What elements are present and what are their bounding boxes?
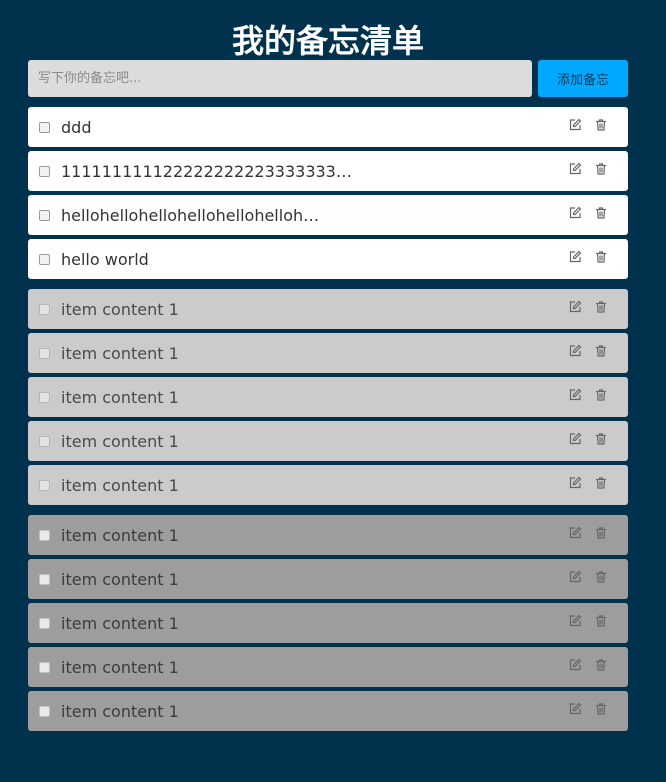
memo-text[interactable]: item content 1	[61, 432, 179, 451]
memo-text[interactable]: item content 1	[61, 614, 179, 633]
memo-text[interactable]: item content 1	[61, 300, 179, 319]
memo-actions	[556, 476, 608, 490]
memo-checkbox[interactable]	[39, 661, 50, 673]
memo-item: item content 1	[28, 421, 628, 461]
memo-actions	[556, 388, 608, 402]
memo-actions	[556, 344, 608, 358]
memo-input[interactable]	[28, 60, 532, 97]
memo-checkbox[interactable]	[39, 347, 50, 359]
edit-icon[interactable]	[568, 702, 582, 716]
memo-actions	[556, 526, 608, 540]
trash-icon[interactable]	[594, 118, 608, 132]
memo-checkbox[interactable]	[39, 121, 50, 133]
edit-icon[interactable]	[568, 476, 582, 490]
memo-checkbox[interactable]	[39, 479, 50, 491]
edit-icon[interactable]	[568, 300, 582, 314]
memo-text[interactable]: hello world	[61, 250, 149, 269]
memo-item: 111111111122222222223333333333…	[28, 151, 628, 191]
memo-item: hellohellohellohellohellohelloh…	[28, 195, 628, 235]
trash-icon[interactable]	[594, 658, 608, 672]
memo-actions	[556, 300, 608, 314]
memo-checkbox[interactable]	[39, 209, 50, 221]
done-memo-list: item content 1 item content 1 item conte…	[28, 289, 628, 505]
edit-icon[interactable]	[568, 432, 582, 446]
memo-text[interactable]: item content 1	[61, 526, 179, 545]
memo-actions	[556, 162, 608, 176]
edit-icon[interactable]	[568, 614, 582, 628]
memo-text[interactable]: item content 1	[61, 476, 179, 495]
page-title: 我的备忘清单	[231, 22, 424, 60]
trash-icon[interactable]	[594, 206, 608, 220]
edit-icon[interactable]	[568, 162, 582, 176]
edit-icon[interactable]	[568, 526, 582, 540]
archived-memo-list: item content 1 item content 1 item conte…	[28, 515, 628, 731]
memo-text[interactable]: item content 1	[61, 702, 179, 721]
memo-item: item content 1	[28, 603, 628, 643]
memo-checkbox[interactable]	[39, 617, 50, 629]
trash-icon[interactable]	[594, 526, 608, 540]
memo-item: item content 1	[28, 377, 628, 417]
memo-item: item content 1	[28, 647, 628, 687]
trash-icon[interactable]	[594, 702, 608, 716]
memo-actions	[556, 118, 608, 132]
memo-checkbox[interactable]	[39, 391, 50, 403]
edit-icon[interactable]	[568, 388, 582, 402]
memo-app: 我的备忘清单 添加备忘 ddd 111111111122222222223333…	[28, 0, 628, 731]
trash-icon[interactable]	[594, 344, 608, 358]
edit-icon[interactable]	[568, 658, 582, 672]
memo-checkbox[interactable]	[39, 253, 50, 265]
memo-item: item content 1	[28, 559, 628, 599]
memo-actions	[556, 702, 608, 716]
edit-icon[interactable]	[568, 344, 582, 358]
trash-icon[interactable]	[594, 476, 608, 490]
memo-actions	[556, 250, 608, 264]
trash-icon[interactable]	[594, 570, 608, 584]
memo-checkbox[interactable]	[39, 705, 50, 717]
memo-text[interactable]: hellohellohellohellohellohelloh…	[61, 206, 319, 225]
memo-actions	[556, 570, 608, 584]
trash-icon[interactable]	[594, 162, 608, 176]
add-memo-button[interactable]: 添加备忘	[538, 60, 628, 97]
memo-actions	[556, 658, 608, 672]
memo-checkbox[interactable]	[39, 165, 50, 177]
memo-text[interactable]: item content 1	[61, 570, 179, 589]
memo-actions	[556, 614, 608, 628]
memo-item: item content 1	[28, 691, 628, 731]
memo-actions	[556, 432, 608, 446]
memo-checkbox[interactable]	[39, 529, 50, 541]
trash-icon[interactable]	[594, 388, 608, 402]
memo-text[interactable]: 111111111122222222223333333333…	[61, 162, 361, 181]
trash-icon[interactable]	[594, 432, 608, 446]
memo-text[interactable]: item content 1	[61, 658, 179, 677]
edit-icon[interactable]	[568, 250, 582, 264]
memo-checkbox[interactable]	[39, 303, 50, 315]
trash-icon[interactable]	[594, 614, 608, 628]
active-memo-list: ddd 111111111122222222223333333333… hell…	[28, 107, 628, 279]
memo-item: ddd	[28, 107, 628, 147]
memo-actions	[556, 206, 608, 220]
memo-checkbox[interactable]	[39, 573, 50, 585]
edit-icon[interactable]	[568, 118, 582, 132]
memo-item: item content 1	[28, 333, 628, 373]
edit-icon[interactable]	[568, 206, 582, 220]
memo-text[interactable]: ddd	[61, 118, 91, 137]
edit-icon[interactable]	[568, 570, 582, 584]
memo-item: item content 1	[28, 515, 628, 555]
memo-text[interactable]: item content 1	[61, 344, 179, 363]
memo-text[interactable]: item content 1	[61, 388, 179, 407]
memo-item: item content 1	[28, 289, 628, 329]
memo-item: hello world	[28, 239, 628, 279]
memo-checkbox[interactable]	[39, 435, 50, 447]
memo-item: item content 1	[28, 465, 628, 505]
trash-icon[interactable]	[594, 250, 608, 264]
trash-icon[interactable]	[594, 300, 608, 314]
add-memo-row: 添加备忘	[28, 60, 628, 97]
